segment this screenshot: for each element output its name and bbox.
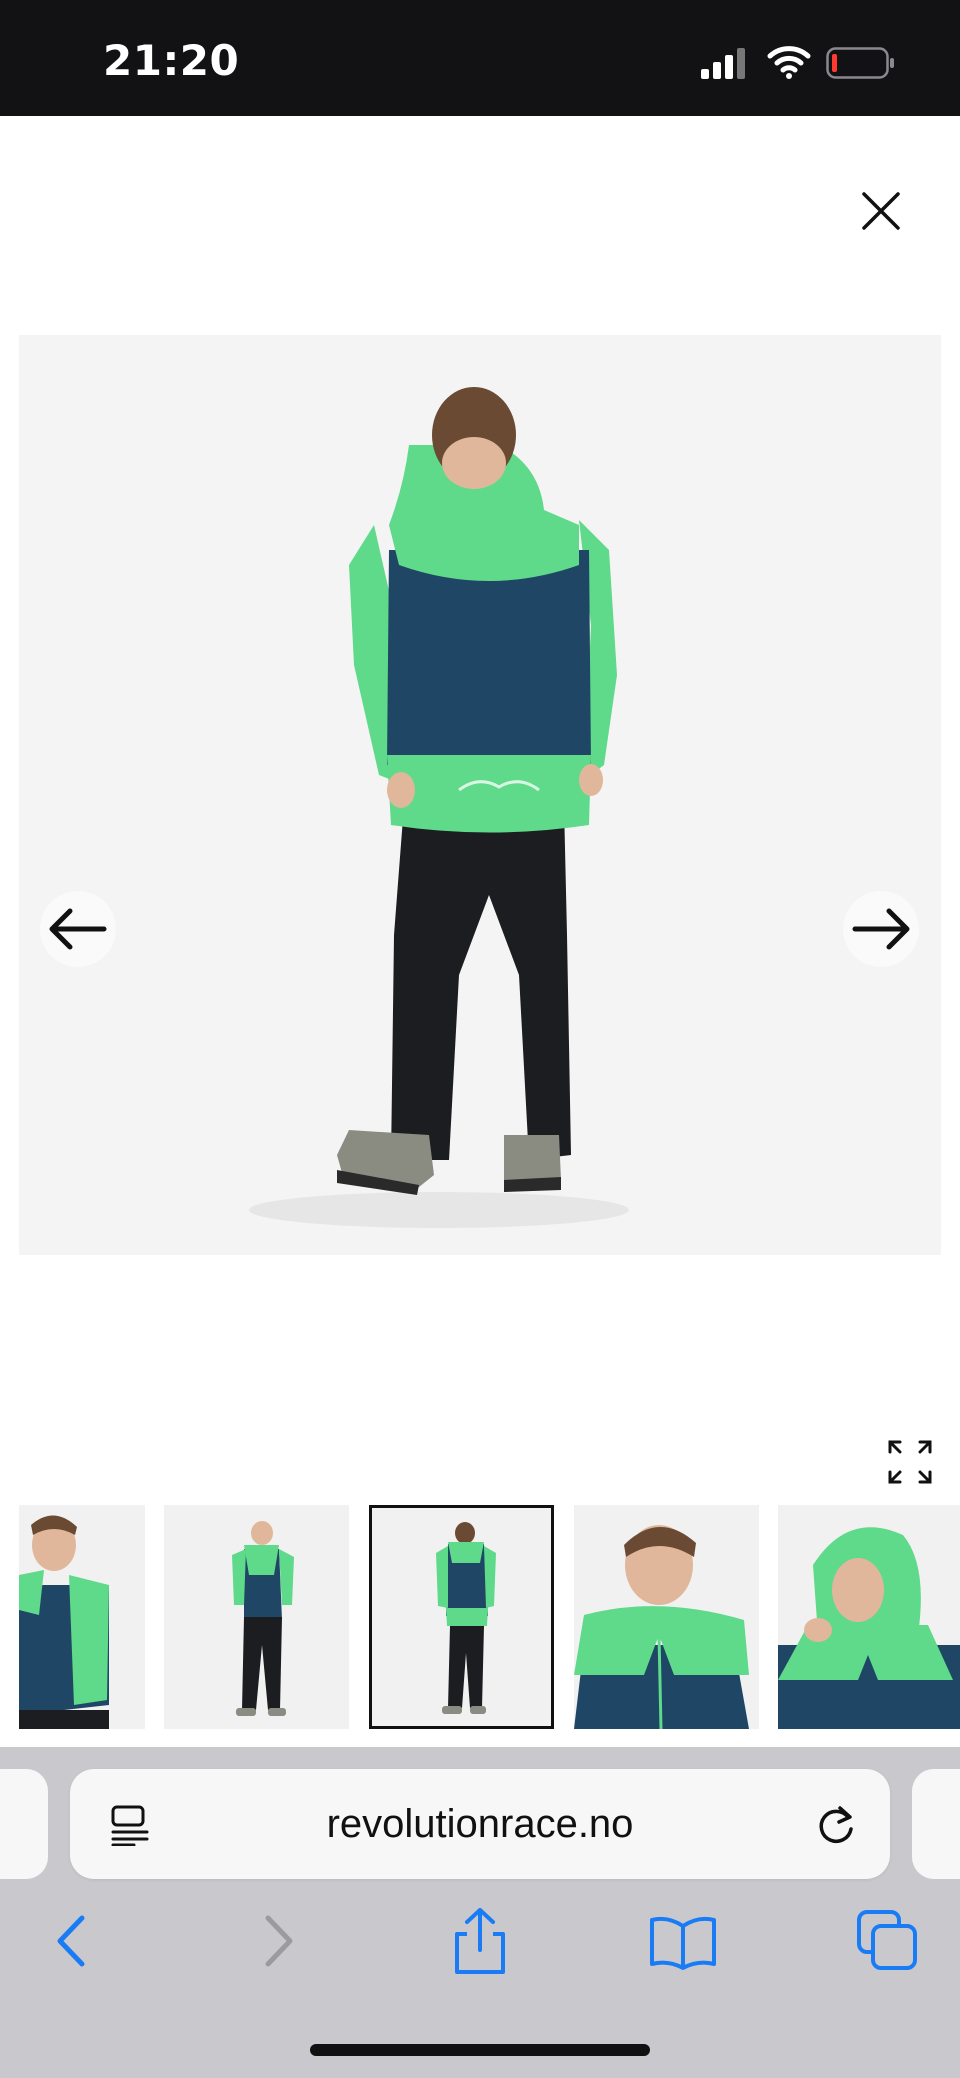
thumbnail-3-selected[interactable] — [369, 1505, 554, 1729]
reload-icon[interactable] — [814, 1803, 858, 1847]
status-time: 21:20 — [103, 36, 240, 85]
previous-image-button[interactable] — [40, 891, 116, 967]
next-image-button[interactable] — [843, 891, 919, 967]
thumbnail-front-full-body — [232, 1521, 294, 1716]
thumbnail-2[interactable] — [164, 1505, 349, 1729]
main-product-image — [19, 335, 941, 1255]
arrow-left-icon — [49, 908, 107, 950]
forward-icon[interactable] — [244, 1906, 314, 1976]
thumbnail-4[interactable] — [574, 1505, 759, 1729]
status-bar: 21:20 — [0, 0, 960, 116]
thumbnail-1[interactable] — [19, 1505, 145, 1729]
back-icon[interactable] — [36, 1906, 106, 1976]
arrow-right-icon — [852, 908, 910, 950]
url-text[interactable]: revolutionrace.no — [70, 1802, 890, 1847]
previous-tab-peek[interactable] — [0, 1769, 48, 1879]
thumbnail-hood-detail — [778, 1527, 960, 1729]
next-tab-peek[interactable] — [912, 1769, 960, 1879]
battery-low-icon — [826, 47, 894, 79]
address-bar[interactable]: revolutionrace.no — [70, 1769, 890, 1879]
wifi-icon — [767, 46, 811, 79]
cellular-signal-icon — [701, 48, 745, 79]
close-icon[interactable] — [856, 186, 906, 236]
thumbnail-smiling-closeup — [574, 1525, 749, 1729]
bookmarks-icon[interactable] — [648, 1906, 718, 1976]
product-photo-back-view — [249, 387, 629, 1228]
thumbnail-5[interactable] — [778, 1505, 960, 1729]
home-indicator[interactable] — [310, 2044, 650, 2056]
share-icon[interactable] — [445, 1906, 515, 1976]
tabs-icon[interactable] — [853, 1906, 923, 1976]
expand-icon[interactable] — [886, 1438, 934, 1486]
thumbnail-front-closeup — [19, 1515, 109, 1729]
thumbnail-back-full-body — [436, 1522, 496, 1714]
